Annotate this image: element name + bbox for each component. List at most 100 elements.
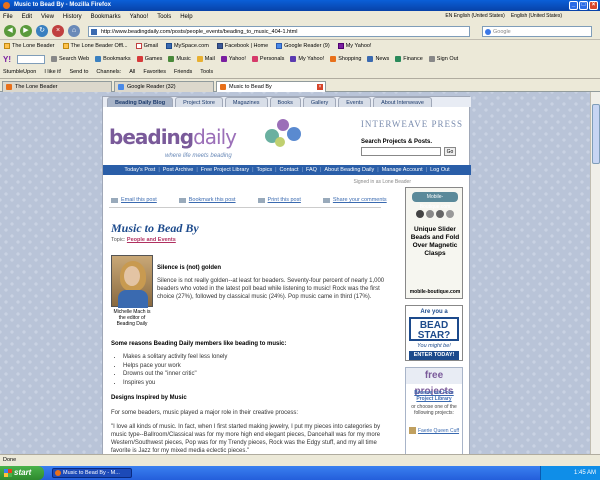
menu-edit[interactable]: Edit [22, 14, 32, 20]
site-search-label: Search Projects & Posts. [361, 139, 433, 145]
heart-icon [251, 56, 258, 62]
games-icon [136, 56, 143, 62]
site-tab-books[interactable]: Books [269, 97, 301, 107]
menu-bookmarks[interactable]: Bookmarks [91, 14, 121, 20]
shopping-icon [330, 56, 337, 62]
tab-google-reader[interactable]: Google Reader (32) [114, 81, 214, 92]
bookmark-item[interactable]: Facebook | Home [216, 43, 268, 49]
channel-favorites[interactable]: Favorites [143, 69, 166, 75]
toolbar-search-input[interactable] [17, 54, 45, 64]
taskbar-item-firefox[interactable]: Music to Bead By - M... [52, 468, 132, 478]
toolbar-sign-out[interactable]: Sign Out [428, 56, 458, 62]
nav-log-out[interactable]: Log Out [430, 165, 450, 175]
nav-about[interactable]: About Beading Daily [324, 165, 374, 175]
menu-view[interactable]: View [41, 14, 54, 20]
menu-yahoo[interactable]: Yahoo! [130, 14, 149, 20]
toolbar-news[interactable]: News [367, 56, 389, 62]
nav-post-archive[interactable]: Post Archive [163, 165, 194, 175]
bookmark-item[interactable]: The Lone Beader [4, 43, 55, 49]
nav-topics[interactable]: Topics [257, 165, 273, 175]
gmail-icon [135, 43, 142, 49]
nav-faq[interactable]: FAQ [306, 165, 317, 175]
toolbar-shopping[interactable]: Shopping [330, 56, 361, 62]
menu-help[interactable]: Help [180, 14, 192, 20]
site-tab-about[interactable]: About Interweave [373, 97, 432, 107]
site-search-input[interactable] [361, 147, 441, 156]
forward-button[interactable]: ▶ [20, 25, 32, 37]
minimize-button[interactable]: _ [569, 1, 578, 10]
stumble-button[interactable]: StumbleUpon [3, 69, 36, 75]
list-item: Helps pace your work [123, 362, 227, 371]
bookmark-item[interactable]: My Yahoo! [337, 43, 372, 49]
reload-button[interactable]: ↻ [36, 25, 48, 37]
nav-free-project-library[interactable]: Free Project Library [201, 165, 249, 175]
browser-content: Beading Daily Blog Project Store Magazin… [0, 92, 600, 454]
home-button[interactable]: ⌂ [68, 25, 80, 37]
enter-today-button[interactable]: ENTER TODAY! [409, 351, 459, 360]
send-to-button[interactable]: Send to [69, 69, 88, 75]
i-like-it-button[interactable]: I like it! [44, 69, 61, 75]
close-button[interactable]: × [589, 1, 598, 10]
vertical-scrollbar[interactable] [590, 92, 600, 454]
toolbar-tools[interactable]: Tools [200, 69, 213, 75]
toolbar-mail[interactable]: Mail [196, 56, 215, 62]
topic-link[interactable]: People and Events [127, 237, 176, 243]
close-tab-icon[interactable]: × [317, 84, 323, 90]
site-tab-magazines[interactable]: Magazines [224, 97, 268, 107]
tab-music-to-bead-by[interactable]: Music to Bead By × [216, 81, 326, 92]
email-post-link[interactable]: Email this post [111, 197, 157, 203]
site-tab-project-store[interactable]: Project Store [175, 97, 223, 107]
print-post-link[interactable]: Print this post [257, 197, 301, 203]
project-link[interactable]: Faerie Queen Cuff [418, 428, 459, 434]
interweave-logo[interactable]: INTERWEAVE PRESS [361, 119, 463, 129]
search-placeholder: Google [493, 29, 511, 35]
clock[interactable]: 1:45 AM [574, 470, 596, 476]
search-box[interactable]: Google [482, 26, 592, 37]
site-tab-gallery[interactable]: Gallery [302, 97, 337, 107]
toolbar-finance[interactable]: Finance [395, 56, 423, 62]
bookmark-item[interactable]: The Lone Beader Offl... [62, 43, 128, 49]
channel-all[interactable]: All [129, 69, 135, 75]
site-tab-events[interactable]: Events [338, 97, 372, 107]
toolbar-search-web[interactable]: Search Web [51, 56, 89, 62]
bookmark-item[interactable]: MySpace.com [165, 43, 209, 49]
stop-button[interactable]: × [52, 25, 64, 37]
print-icon [257, 197, 265, 203]
menu-tools[interactable]: Tools [157, 14, 171, 20]
bookmark-item[interactable]: Google Reader (9) [276, 43, 330, 49]
free-library-link[interactable]: Browse our Free Project Library [406, 390, 462, 402]
nav-manage-account[interactable]: Manage Account [382, 165, 423, 175]
menu-history[interactable]: History [63, 14, 82, 20]
start-button[interactable]: start [0, 466, 44, 480]
bead-star-ad[interactable]: Are you a BEAD STAR? You might be! ENTER… [405, 305, 463, 361]
mobile-boutique-ad[interactable]: Mobile-Boutique.com Unique Slider Beads … [405, 187, 463, 299]
language-indicator[interactable]: EN English (United States) [445, 11, 504, 22]
toolbar-music[interactable]: Music [168, 56, 191, 62]
site-logo[interactable]: beadingdaily [109, 125, 237, 149]
toolbar-yahoo[interactable]: Yahoo! [220, 56, 246, 62]
back-button[interactable]: ◀ [4, 25, 16, 37]
site-search-go-button[interactable]: Go [444, 147, 456, 156]
author-photo [111, 255, 153, 308]
url-bar[interactable]: http://www.beadingdaily.com/posts/people… [88, 26, 470, 37]
toolbar-games[interactable]: Games [136, 56, 162, 62]
scrollbar-thumb[interactable] [592, 104, 600, 164]
maximize-button[interactable]: □ [579, 1, 588, 10]
toolbar-bookmarks[interactable]: Bookmarks [95, 56, 131, 62]
bookmark-post-link[interactable]: Bookmark this post [178, 197, 236, 203]
bookmark-item[interactable]: Gmail [135, 43, 158, 49]
tab-lone-beader[interactable]: The Lone Beader [2, 81, 112, 92]
site-tab-blog[interactable]: Beading Daily Blog [107, 97, 174, 107]
tab-icon [118, 84, 124, 90]
yahoo-logo[interactable]: Y! [3, 55, 11, 64]
toolbar-personals[interactable]: Personals [251, 56, 284, 62]
keyboard-layout[interactable]: English (United States) [511, 11, 562, 22]
nav-contact[interactable]: Contact [280, 165, 299, 175]
signed-in-status: Signed in as Lone Beader [353, 179, 411, 185]
channel-friends[interactable]: Friends [174, 69, 192, 75]
toolbar-my-yahoo[interactable]: My Yahoo! [290, 56, 324, 62]
menu-file[interactable]: File [3, 14, 13, 20]
share-comments-link[interactable]: Share your comments [322, 197, 387, 203]
bookmark-icon [95, 56, 102, 62]
nav-todays-post[interactable]: Today's Post [124, 165, 155, 175]
